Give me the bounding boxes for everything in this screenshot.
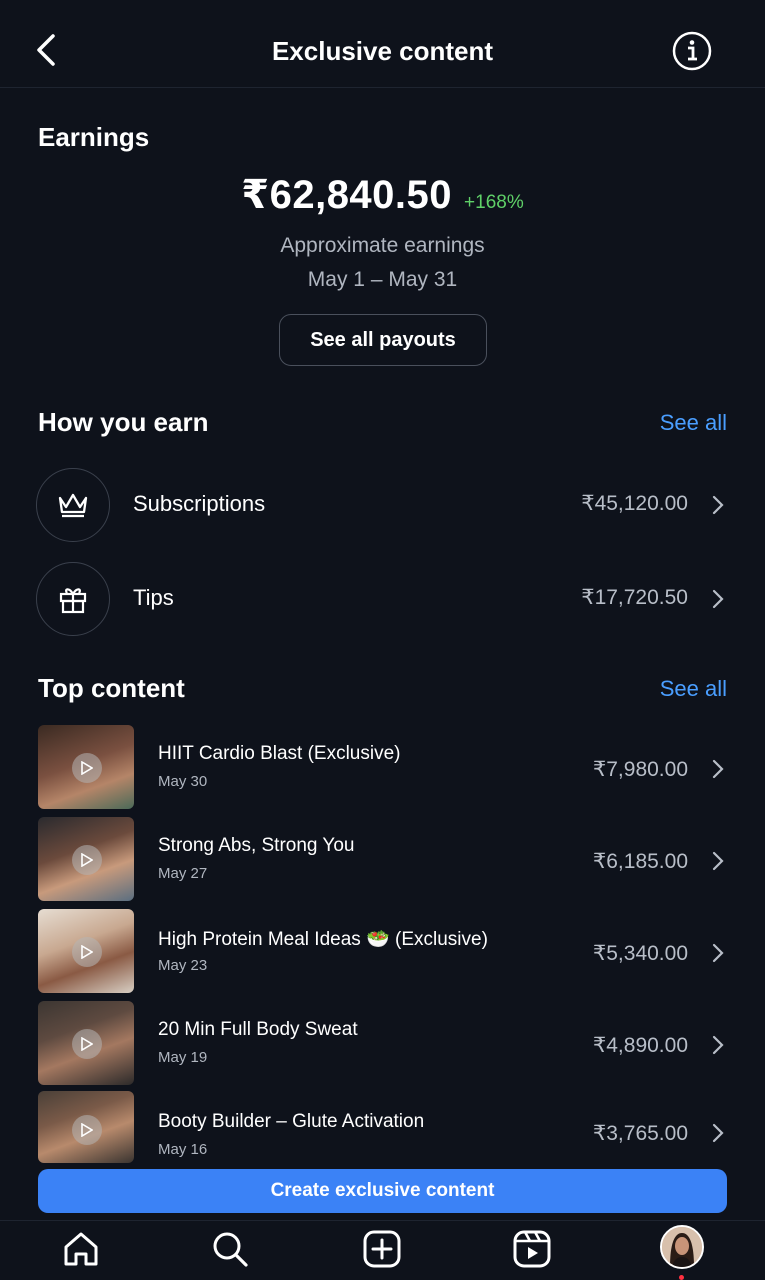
video-thumbnail bbox=[38, 725, 134, 809]
chevron-right-icon bbox=[712, 759, 724, 779]
nav-create[interactable] bbox=[360, 1227, 404, 1271]
play-icon bbox=[72, 845, 102, 875]
notification-dot bbox=[679, 1275, 684, 1280]
content-date: May 19 bbox=[158, 1049, 208, 1066]
earn-value: ₹17,720.50 bbox=[581, 586, 688, 609]
avatar-photo bbox=[662, 1227, 702, 1267]
home-icon bbox=[64, 1232, 98, 1266]
content-title: HIIT Cardio Blast (Exclusive) bbox=[158, 743, 401, 764]
content-title: High Protein Meal Ideas 🥗 (Exclusive) bbox=[158, 929, 488, 950]
content-date: May 27 bbox=[158, 865, 208, 882]
reels-icon bbox=[513, 1230, 551, 1268]
earn-value: ₹45,120.00 bbox=[581, 492, 688, 515]
approx-earnings-label: Approximate earnings bbox=[280, 234, 485, 257]
chevron-right-icon bbox=[712, 1123, 724, 1143]
play-icon bbox=[72, 937, 102, 967]
how-you-earn-see-all-link[interactable]: See all bbox=[660, 410, 727, 436]
search-icon bbox=[213, 1232, 248, 1267]
info-icon bbox=[672, 31, 712, 71]
how-you-earn-title: How you earn bbox=[38, 407, 209, 437]
see-all-payouts-button[interactable]: See all payouts bbox=[279, 314, 487, 366]
play-icon bbox=[72, 753, 102, 783]
nav-home[interactable] bbox=[59, 1227, 103, 1271]
top-content-title: Top content bbox=[38, 673, 185, 703]
info-button[interactable] bbox=[671, 30, 713, 72]
earn-label: Tips bbox=[133, 585, 174, 610]
bottom-nav bbox=[0, 1220, 765, 1280]
video-thumbnail bbox=[38, 909, 134, 993]
page-title: Exclusive content bbox=[271, 36, 494, 66]
content-earnings: ₹4,890.00 bbox=[592, 1034, 688, 1057]
video-thumbnail bbox=[38, 1001, 134, 1085]
earn-row-subscriptions[interactable]: Subscriptions ₹45,120.00 bbox=[0, 465, 765, 545]
earn-row-tips[interactable]: Tips ₹17,720.50 bbox=[0, 559, 765, 639]
profile-avatar[interactable] bbox=[660, 1225, 704, 1269]
content-title: Booty Builder – Glute Activation bbox=[158, 1111, 425, 1132]
gift-icon bbox=[59, 588, 87, 614]
content-row[interactable]: HIIT Cardio Blast (Exclusive) May 30 ₹7,… bbox=[0, 725, 765, 811]
content-date: May 23 bbox=[158, 957, 208, 974]
content-date: May 16 bbox=[158, 1141, 208, 1158]
video-thumbnail bbox=[38, 1091, 134, 1163]
content-title: 20 Min Full Body Sweat bbox=[158, 1019, 358, 1040]
earn-label: Subscriptions bbox=[133, 491, 266, 516]
content-row[interactable]: Strong Abs, Strong You May 27 ₹6,185.00 bbox=[0, 817, 765, 903]
earnings-period: May 1 – May 31 bbox=[307, 268, 458, 291]
video-thumbnail bbox=[38, 817, 134, 901]
create-exclusive-content-button[interactable]: Create exclusive content bbox=[38, 1169, 727, 1213]
chevron-right-icon bbox=[712, 851, 724, 871]
earnings-amount: ₹62,840.50 bbox=[241, 173, 453, 217]
chevron-right-icon bbox=[712, 589, 724, 609]
create-icon bbox=[363, 1230, 401, 1268]
chevron-right-icon bbox=[712, 495, 724, 515]
nav-search[interactable] bbox=[208, 1227, 252, 1271]
earnings-amount-row: ₹62,840.50 +168% bbox=[0, 172, 765, 218]
play-icon bbox=[72, 1115, 102, 1145]
content-title: Strong Abs, Strong You bbox=[158, 835, 355, 856]
nav-reels[interactable] bbox=[510, 1227, 554, 1271]
content-row[interactable]: Booty Builder – Glute Activation May 16 … bbox=[0, 1091, 765, 1177]
play-icon bbox=[72, 1029, 102, 1059]
content-date: May 30 bbox=[158, 773, 208, 790]
top-content-see-all-link[interactable]: See all bbox=[660, 676, 727, 702]
crown-icon bbox=[58, 493, 88, 518]
content-earnings: ₹3,765.00 bbox=[592, 1122, 688, 1145]
chevron-right-icon bbox=[712, 1035, 724, 1055]
content-row[interactable]: High Protein Meal Ideas 🥗 (Exclusive) Ma… bbox=[0, 909, 765, 995]
growth-badge: +168% bbox=[464, 192, 524, 213]
earnings-title: Earnings bbox=[38, 122, 150, 152]
earn-icon-circle bbox=[36, 468, 110, 542]
content-earnings: ₹5,340.00 bbox=[592, 942, 688, 965]
chevron-right-icon bbox=[712, 943, 724, 963]
content-earnings: ₹6,185.00 bbox=[592, 850, 688, 873]
top-bar: Exclusive content bbox=[0, 0, 765, 88]
earn-icon-circle bbox=[36, 562, 110, 636]
content-row[interactable]: 20 Min Full Body Sweat May 19 ₹4,890.00 bbox=[0, 1001, 765, 1087]
content-earnings: ₹7,980.00 bbox=[592, 758, 688, 781]
